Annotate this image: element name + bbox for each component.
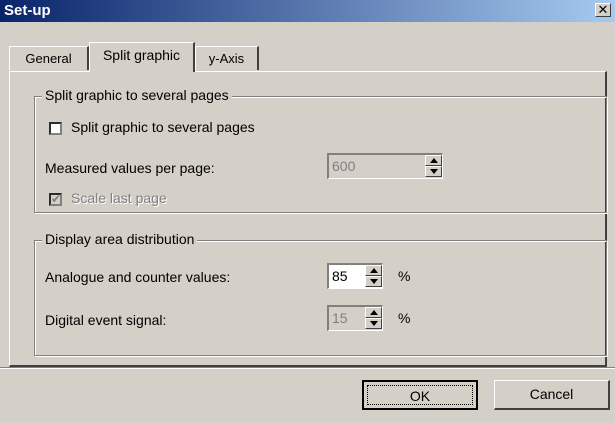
digital-event-spin-buttons	[365, 307, 382, 329]
analogue-values-down-button[interactable]	[365, 276, 382, 287]
ok-focus-rect: OK	[367, 385, 473, 405]
close-icon: ✕	[597, 2, 609, 17]
digital-event-down-button[interactable]	[365, 318, 382, 329]
analogue-percent-unit: %	[398, 268, 411, 284]
arrow-up-icon	[370, 310, 378, 315]
window-title: Set-up	[4, 2, 51, 19]
tab-y-axis-label: y-Axis	[208, 51, 245, 66]
close-button[interactable]: ✕	[595, 3, 611, 17]
ok-button[interactable]: OK	[362, 380, 478, 410]
cancel-button-label: Cancel	[529, 386, 574, 402]
bottom-separator	[0, 367, 615, 369]
checkmark-icon: ✔	[51, 192, 62, 206]
tab-general-label: General	[25, 51, 72, 66]
arrow-up-icon	[430, 158, 438, 163]
scale-last-page-checkbox[interactable]: ✔	[49, 192, 62, 206]
measured-values-value: 600	[332, 158, 356, 174]
digital-event-value: 15	[332, 310, 348, 326]
tab-panel-split-graphic: Split graphic to several pages Split gra…	[9, 71, 607, 367]
tab-split-graphic[interactable]: Split graphic	[89, 42, 195, 72]
digital-percent-unit: %	[398, 310, 411, 326]
arrow-down-icon	[370, 279, 378, 284]
tab-split-graphic-label: Split graphic	[102, 47, 181, 63]
tab-general[interactable]: General	[9, 46, 89, 70]
split-graphic-checkbox[interactable]	[49, 122, 62, 135]
arrow-down-icon	[370, 321, 378, 326]
analogue-values-up-button[interactable]	[365, 265, 382, 276]
display-area-groupbox	[34, 240, 607, 356]
analogue-values-spin-buttons	[365, 265, 382, 287]
analogue-values-label: Analogue and counter values:	[45, 269, 231, 285]
measured-values-spin-buttons	[425, 155, 442, 177]
measured-values-down-button[interactable]	[425, 166, 442, 177]
arrow-up-icon	[370, 268, 378, 273]
digital-event-label: Digital event signal:	[45, 312, 167, 328]
analogue-values-value: 85	[332, 268, 348, 284]
scale-last-page-label: Scale last page	[71, 190, 167, 206]
digital-event-spinbox[interactable]: 15	[327, 305, 383, 331]
measured-values-spinbox[interactable]: 600	[327, 153, 443, 179]
split-graphic-checkbox-label: Split graphic to several pages	[71, 119, 255, 135]
title-bar: Set-up ✕	[0, 0, 615, 22]
measured-values-up-button[interactable]	[425, 155, 442, 166]
tab-y-axis[interactable]: y-Axis	[195, 46, 259, 70]
digital-event-up-button[interactable]	[365, 307, 382, 318]
analogue-values-spinbox[interactable]: 85	[327, 263, 383, 289]
setup-dialog: Set-up ✕ General Split graphic y-Axis Sp…	[0, 0, 615, 423]
measured-values-label: Measured values per page:	[45, 160, 215, 176]
arrow-down-icon	[430, 169, 438, 174]
ok-button-label: OK	[409, 388, 431, 404]
split-graphic-group-title: Split graphic to several pages	[42, 87, 232, 103]
cancel-button[interactable]: Cancel	[494, 380, 610, 410]
display-area-group-title: Display area distribution	[42, 231, 198, 247]
